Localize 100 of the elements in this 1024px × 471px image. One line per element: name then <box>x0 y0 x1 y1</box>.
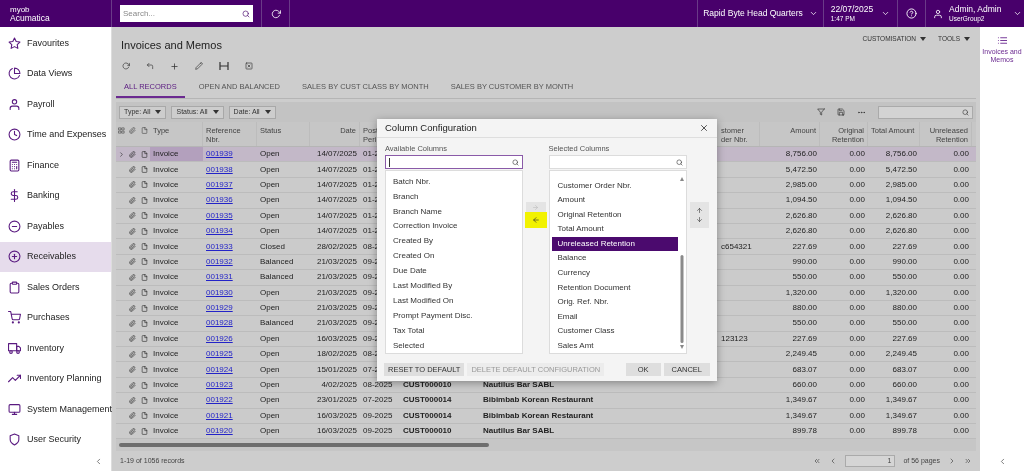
table-cell: Open <box>260 302 280 315</box>
table-cell: 1,094.50 <box>885 194 917 207</box>
table-cell: Invoice <box>153 178 179 191</box>
table-cell: Nautilus Bar SABL <box>483 379 555 392</box>
table-cell: Bibimbab Korean Restaurant <box>483 394 594 407</box>
table-cell: 23/01/2025 <box>316 394 357 407</box>
table-cell: 227.69 <box>892 332 917 345</box>
table-cell: 0.00 <box>953 332 969 345</box>
table-cell: 1,349.67 <box>885 409 917 422</box>
table-cell: Invoice <box>153 148 179 161</box>
table-cell: 2,985.00 <box>885 178 917 191</box>
table-cell: Open <box>260 286 280 299</box>
table-cell: 08-2025 <box>363 379 393 392</box>
table-cell: CUST000010 <box>403 425 452 438</box>
table-cell: 4/02/2025 <box>321 379 357 392</box>
table-cell: Open <box>260 209 280 222</box>
table-cell: 2,626.80 <box>785 209 817 222</box>
table-cell: Open <box>260 225 280 238</box>
table-cell: 0.00 <box>953 209 969 222</box>
table-cell: 0.00 <box>953 225 969 238</box>
table-cell: 0.00 <box>849 225 865 238</box>
table-cell: 16/03/2025 <box>316 332 357 345</box>
table-cell: 1,094.50 <box>785 194 817 207</box>
table-cell: 0.00 <box>953 409 969 422</box>
table-cell: 14/07/2025 <box>316 209 357 222</box>
table-cell: CUST000014 <box>403 409 452 422</box>
table-cell: Open <box>260 332 280 345</box>
table-cell: 15/01/2025 <box>316 363 357 376</box>
table-cell: Balanced <box>260 271 294 284</box>
table-cell: 227.69 <box>892 240 917 253</box>
table-cell: Open <box>260 178 280 191</box>
table-cell: 2,985.00 <box>785 178 817 191</box>
table-cell: 0.00 <box>953 178 969 191</box>
table-cell: 0.00 <box>849 409 865 422</box>
table-cell: 227.69 <box>792 332 817 345</box>
table-cell: Open <box>260 348 280 361</box>
dialog-title: Column Configuration <box>385 120 477 135</box>
table-cell: 14/07/2025 <box>316 194 357 207</box>
table-cell: Invoice <box>153 394 179 407</box>
table-cell: 14/07/2025 <box>316 225 357 238</box>
table-cell: 990.00 <box>792 255 817 268</box>
table-cell: Balanced <box>260 317 294 330</box>
table-cell: 0.00 <box>953 394 969 407</box>
table-cell: 880.00 <box>892 302 917 315</box>
table-cell: 0.00 <box>849 317 865 330</box>
table-cell: 550.00 <box>792 317 817 330</box>
table-cell: 0.00 <box>953 286 969 299</box>
table-cell: 0.00 <box>849 425 865 438</box>
table-cell: 2,626.80 <box>885 225 917 238</box>
table-cell: Open <box>260 363 280 376</box>
table-cell: 5,472.50 <box>785 163 817 176</box>
table-cell: 8,756.00 <box>885 148 917 161</box>
table-cell: 550.00 <box>892 317 917 330</box>
table-cell: 1,349.67 <box>785 394 817 407</box>
table-cell: 880.00 <box>792 302 817 315</box>
table-cell: Invoice <box>153 363 179 376</box>
table-cell: 14/07/2025 <box>316 178 357 191</box>
table-cell: 0.00 <box>849 394 865 407</box>
table-cell: Open <box>260 379 280 392</box>
table-cell: 0.00 <box>953 148 969 161</box>
table-cell: c654321 <box>721 240 752 253</box>
table-cell: 899.78 <box>892 425 917 438</box>
table-cell: 2,249.45 <box>785 348 817 361</box>
table-cell: 5,472.50 <box>885 163 917 176</box>
table-cell: 2,626.80 <box>785 225 817 238</box>
table-cell: 550.00 <box>792 271 817 284</box>
table-cell: 683.07 <box>792 363 817 376</box>
table-cell: 123123 <box>721 332 748 345</box>
table-cell: 21/03/2025 <box>316 255 357 268</box>
table-cell: Closed <box>260 240 285 253</box>
table-cell: Invoice <box>153 332 179 345</box>
table-cell: 14/07/2025 <box>316 163 357 176</box>
table-cell: 21/03/2025 <box>316 286 357 299</box>
table-cell: 550.00 <box>892 271 917 284</box>
table-cell: Nautilus Bar SABL <box>483 425 555 438</box>
table-cell: Open <box>260 163 280 176</box>
table-cell: CUST000014 <box>403 394 452 407</box>
table-cell: Open <box>260 148 280 161</box>
table-cell: 0.00 <box>849 286 865 299</box>
table-cell: 0.00 <box>849 302 865 315</box>
table-cell: 0.00 <box>953 348 969 361</box>
table-cell: 0.00 <box>953 255 969 268</box>
table-cell: 0.00 <box>953 194 969 207</box>
table-cell: 07-2025 <box>363 394 393 407</box>
table-cell: Invoice <box>153 163 179 176</box>
table-cell: 0.00 <box>953 425 969 438</box>
user-name: Admin, Admin <box>949 4 1002 14</box>
table-cell: 0.00 <box>849 363 865 376</box>
table-cell: 2,626.80 <box>885 209 917 222</box>
table-cell: 09-2025 <box>363 425 393 438</box>
table-cell: 1,349.67 <box>785 409 817 422</box>
page-title: Invoices and Memos <box>121 38 222 53</box>
table-cell: Balanced <box>260 255 294 268</box>
table-cell: 0.00 <box>849 379 865 392</box>
table-cell: Open <box>260 425 280 438</box>
table-cell: 0.00 <box>849 271 865 284</box>
table-cell: 18/02/2025 <box>316 348 357 361</box>
table-cell: 0.00 <box>953 302 969 315</box>
table-cell: 0.00 <box>849 332 865 345</box>
table-cell: 0.00 <box>849 348 865 361</box>
